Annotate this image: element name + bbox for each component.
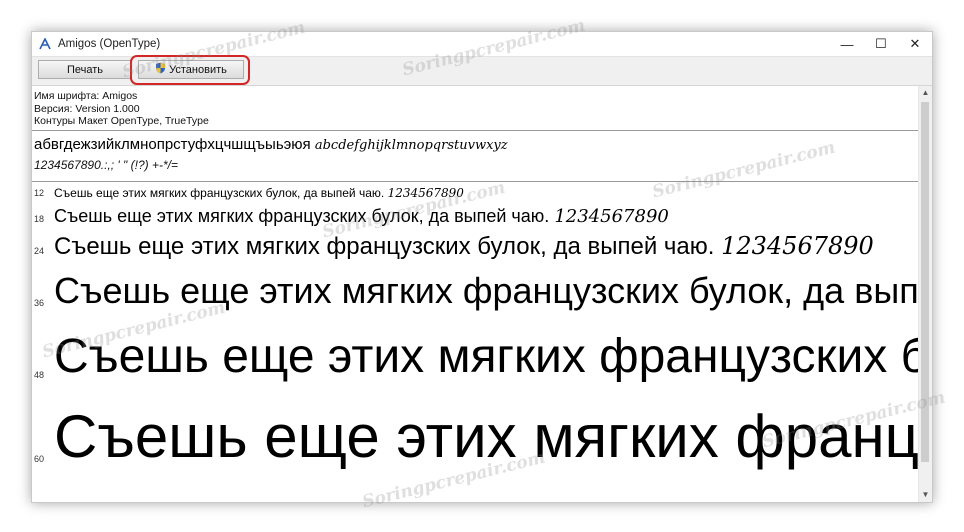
- font-info: Имя шрифта: Amigos Версия: Version 1.000…: [32, 86, 919, 131]
- sample-row-18: 18 Съешь еще этих мягких французских бул…: [32, 204, 919, 230]
- charset-letters: абвгдежзийклмнопрстуфхцчшщъыьэюя abcdefg…: [34, 135, 917, 155]
- sample-text: Съешь еще этих мягких французских булок,…: [54, 329, 919, 383]
- font-app-icon: [32, 32, 58, 56]
- sample-text: Съешь еще этих мягких французских булок,…: [54, 269, 919, 311]
- size-label: 48: [34, 369, 45, 380]
- scroll-thumb[interactable]: [921, 102, 929, 462]
- sample-row-24: 24 Съешь еще этих мягких французских бул…: [32, 230, 919, 266]
- size-label: 12: [34, 187, 45, 198]
- charset-digits: 1234567890.:,; ' " (!?) +-*/=: [34, 157, 178, 172]
- print-button[interactable]: Печать: [38, 60, 132, 79]
- scroll-up-arrow-icon[interactable]: ▲: [919, 86, 932, 100]
- sample-row-36: 36 Съешь еще этих мягких французских бул…: [32, 266, 919, 324]
- install-button-highlight: [130, 55, 250, 85]
- font-version-line: Версия: Version 1.000: [34, 102, 140, 115]
- cyrillic-chars: абвгдежзийклмнопрстуфхцчшщъыьэюя: [34, 135, 311, 153]
- window-title: Amigos (OpenType): [58, 38, 161, 50]
- font-outlines-line: Контуры Макет OpenType, TrueType: [34, 115, 209, 127]
- sample-text: Съешь еще этих мягких французских булок,…: [54, 185, 464, 200]
- title-bar: Amigos (OpenType) — ☐ ✕: [32, 32, 932, 56]
- sample-text: Съешь еще этих мягких французских булок,…: [54, 402, 919, 470]
- font-viewer-window: Amigos (OpenType) — ☐ ✕ Печать Установит…: [31, 31, 933, 503]
- sample-text: Съешь еще этих мягких французских булок,…: [54, 205, 669, 227]
- sample-row-60: 60 Съешь еще этих мягких французских бул…: [32, 400, 919, 480]
- maximize-button[interactable]: ☐: [864, 32, 898, 56]
- font-name-line: Имя шрифта: Amigos: [34, 90, 138, 102]
- latin-chars: abcdefghijklmnopqrstuvwxyz: [314, 137, 508, 153]
- print-button-label: Печать: [66, 63, 104, 76]
- size-label: 36: [34, 297, 45, 308]
- size-label: 24: [34, 245, 45, 256]
- size-label: 60: [34, 453, 45, 464]
- sample-text: Съешь еще этих мягких французских булок,…: [54, 231, 874, 260]
- font-preview-area: Имя шрифта: Amigos Версия: Version 1.000…: [32, 86, 919, 502]
- minimize-button[interactable]: —: [830, 32, 864, 56]
- sample-row-48: 48 Съешь еще этих мягких французских бул…: [32, 324, 919, 400]
- scroll-down-arrow-icon[interactable]: ▼: [919, 488, 932, 502]
- size-label: 18: [34, 213, 45, 224]
- character-set: абвгдежзийклмнопрстуфхцчшщъыьэюя abcdefg…: [32, 131, 919, 182]
- vertical-scrollbar[interactable]: ▲ ▼: [918, 86, 932, 502]
- close-button[interactable]: ✕: [898, 32, 932, 56]
- sample-row-12: 12 Съешь еще этих мягких французских бул…: [32, 182, 919, 204]
- toolbar: Печать Установить: [32, 55, 932, 86]
